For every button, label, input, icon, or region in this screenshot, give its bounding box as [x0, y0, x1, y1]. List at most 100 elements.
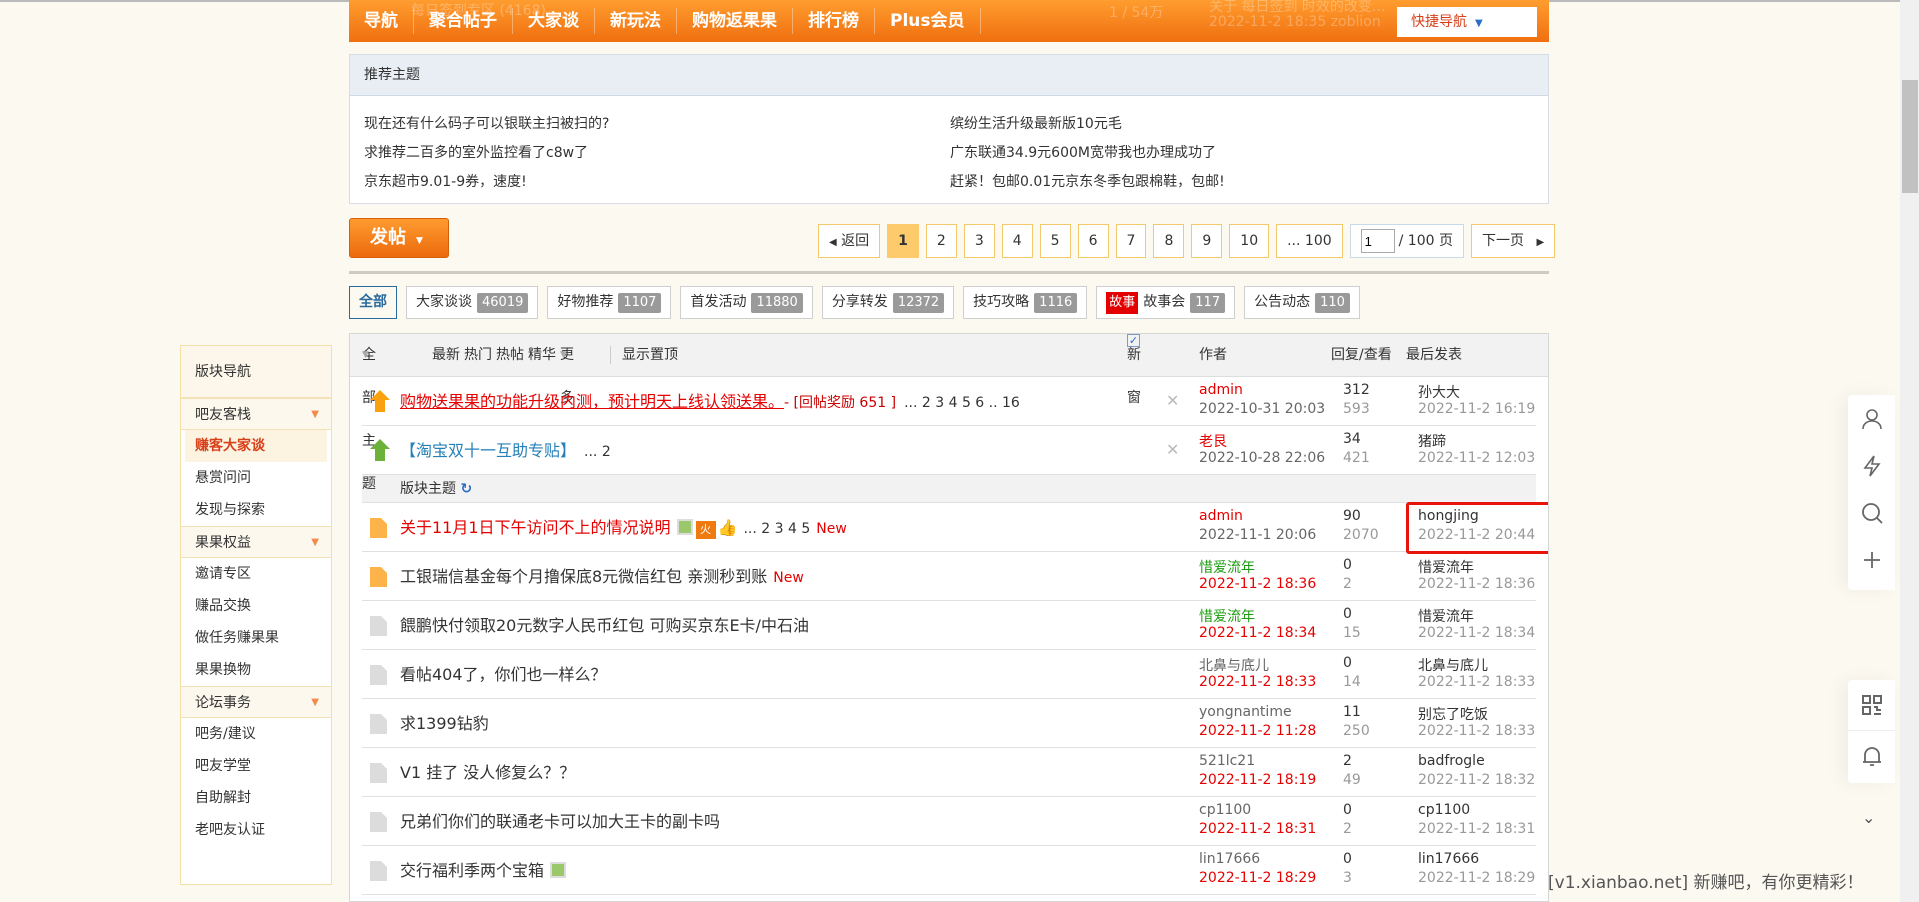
- thread-title[interactable]: 兄弟们你们的联通老卡可以加大王卡的副卡吗: [400, 812, 720, 831]
- last-post-time[interactable]: 2022-11-2 18:32: [1418, 772, 1535, 788]
- page-link[interactable]: 1: [887, 224, 919, 258]
- sidebar-item[interactable]: 自助解封: [181, 782, 331, 814]
- sidebar-item[interactable]: 吧友学堂: [181, 750, 331, 782]
- recommended-link[interactable]: 现在还有什么码子可以银联主扫被扫的?: [364, 113, 950, 133]
- page-link[interactable]: 9: [1191, 224, 1223, 258]
- thread-title[interactable]: 看帖404了，你们也一样么？: [400, 665, 607, 684]
- nav-item[interactable]: 大家谈: [513, 8, 595, 34]
- last-post-time[interactable]: 2022-11-2 18:36: [1418, 576, 1535, 592]
- filter-latest[interactable]: 最新: [432, 334, 460, 377]
- category-tab[interactable]: 分享转发 12372: [821, 286, 955, 319]
- thread-author[interactable]: admin: [1199, 382, 1243, 398]
- thread-pages[interactable]: ... 2 3 4 5 6 .. 16: [904, 395, 1020, 411]
- close-icon[interactable]: ✕: [1166, 391, 1179, 410]
- page-link[interactable]: ... 100: [1276, 224, 1343, 258]
- sidebar-item[interactable]: 赚客大家谈: [185, 430, 327, 462]
- thread-title[interactable]: 购物送果果的功能升级内测，预计明天上线认领送果。: [400, 392, 784, 411]
- last-poster[interactable]: 北鼻与底儿: [1418, 655, 1488, 675]
- category-tab[interactable]: 公告动态 110: [1244, 286, 1360, 319]
- last-post-time[interactable]: 2022-11-2 18:29: [1418, 870, 1535, 886]
- thread-author[interactable]: admin: [1199, 508, 1243, 524]
- page-link[interactable]: 2: [925, 224, 957, 258]
- thread-title[interactable]: V1 挂了 没人修复么？？: [400, 763, 575, 782]
- thread-author[interactable]: 惜爱流年: [1199, 606, 1255, 626]
- prev-page-button[interactable]: ◀ 返回: [818, 224, 881, 258]
- category-tab[interactable]: 技巧攻略 1116: [963, 286, 1088, 319]
- plus-icon[interactable]: [1848, 536, 1895, 583]
- last-poster[interactable]: badfrogle: [1418, 753, 1485, 769]
- filter-hot[interactable]: 热门: [464, 334, 492, 377]
- nav-item[interactable]: 新玩法: [595, 8, 677, 34]
- thread-title[interactable]: 求1399钻豹: [400, 714, 489, 733]
- last-post-time[interactable]: 2022-11-2 12:03: [1418, 450, 1535, 466]
- category-tab[interactable]: 故事 故事会 117: [1096, 286, 1236, 319]
- last-poster[interactable]: lin17666: [1418, 851, 1479, 867]
- last-post-time[interactable]: 2022-11-2 16:19: [1418, 401, 1535, 417]
- thread-author[interactable]: 老艮: [1199, 431, 1227, 451]
- thread-title[interactable]: 交行福利季两个宝箱: [400, 861, 544, 880]
- sidebar-item[interactable]: 吧务/建议: [181, 718, 331, 750]
- category-tab[interactable]: 好物推荐 1107: [547, 286, 672, 319]
- nav-item[interactable]: 购物返果果: [677, 8, 793, 34]
- last-poster[interactable]: 惜爱流年: [1418, 606, 1474, 626]
- recommended-link[interactable]: 广东联通34.9元600M宽带我也办理成功了: [950, 142, 1350, 162]
- last-post-time[interactable]: 2022-11-2 18:33: [1418, 674, 1535, 690]
- last-post-time[interactable]: 2022-11-2 18:34: [1418, 625, 1535, 641]
- recommended-link[interactable]: 京东超市9.01-9券，速度!: [364, 171, 950, 191]
- filter-digest[interactable]: 精华: [528, 334, 556, 377]
- thread-title[interactable]: 关于11月1日下午访问不上的情况说明: [400, 518, 671, 537]
- filter-hot-post[interactable]: 热帖: [496, 334, 524, 377]
- sidebar-group[interactable]: 吧友客栈 ▼: [181, 398, 331, 430]
- recommended-link[interactable]: 赶紧！包邮0.01元京东冬季包跟棉鞋，包邮!: [950, 171, 1350, 191]
- sidebar-item[interactable]: 悬赏问问: [181, 462, 331, 494]
- thread-author[interactable]: 北鼻与底儿: [1199, 655, 1269, 675]
- page-link[interactable]: 4: [1001, 224, 1033, 258]
- last-poster[interactable]: 别忘了吃饭: [1418, 704, 1488, 724]
- page-link[interactable]: 10: [1229, 224, 1270, 258]
- sidebar-item[interactable]: 赚品交换: [181, 590, 331, 622]
- close-icon[interactable]: ✕: [1166, 440, 1179, 459]
- thread-title[interactable]: 工银瑞信基金每个月撸保底8元微信红包 亲测秒到账: [400, 567, 767, 586]
- recommended-link[interactable]: 求推荐二百多的室外监控看了c8w了: [364, 142, 950, 162]
- last-poster[interactable]: 惜爱流年: [1418, 557, 1474, 577]
- page-link[interactable]: 6: [1077, 224, 1109, 258]
- new-post-button[interactable]: 发帖 ▼: [349, 218, 449, 258]
- sidebar-group[interactable]: 果果权益 ▼: [181, 526, 331, 558]
- category-tab[interactable]: 首发活动 11880: [680, 286, 813, 319]
- category-tab[interactable]: 全部: [349, 286, 397, 319]
- chevron-down-icon[interactable]: ⌄: [1862, 808, 1875, 827]
- lightning-icon[interactable]: [1848, 442, 1895, 489]
- qrcode-icon[interactable]: [1848, 680, 1895, 731]
- nav-item[interactable]: 排行榜: [793, 8, 875, 34]
- page-link[interactable]: 8: [1153, 224, 1185, 258]
- nav-item[interactable]: 聚合帖子: [414, 8, 513, 34]
- sidebar-item[interactable]: 发现与探索: [181, 494, 331, 526]
- next-page-button[interactable]: 下一页 ▶: [1470, 224, 1556, 258]
- thread-author[interactable]: 惜爱流年: [1199, 557, 1255, 577]
- page-jump-input[interactable]: [1360, 229, 1395, 253]
- last-post-time[interactable]: 2022-11-2 18:33: [1418, 723, 1535, 739]
- bell-icon[interactable]: [1848, 731, 1895, 782]
- sidebar-group[interactable]: 论坛事务 ▼: [181, 686, 331, 718]
- thread-author[interactable]: lin17666: [1199, 851, 1260, 867]
- last-poster[interactable]: 孙大大: [1418, 382, 1460, 402]
- sidebar-item[interactable]: 邀请专区: [181, 558, 331, 590]
- last-poster[interactable]: cp1100: [1418, 802, 1470, 818]
- thread-author[interactable]: 521lc21: [1199, 753, 1255, 769]
- nav-item[interactable]: Plus会员: [875, 8, 981, 34]
- category-tab[interactable]: 大家谈谈 46019: [406, 286, 539, 319]
- thread-pages[interactable]: ... 2: [584, 444, 611, 460]
- thread-title[interactable]: 餵鹏快付领取20元数字人民币红包 可购买京东E卡/中石油: [400, 616, 809, 635]
- sidebar-item[interactable]: 果果换物: [181, 654, 331, 686]
- page-link[interactable]: 3: [963, 224, 995, 258]
- thread-title[interactable]: 【淘宝双十一互助专贴】: [400, 441, 576, 460]
- last-post-time[interactable]: 2022-11-2 18:31: [1418, 821, 1535, 837]
- sidebar-item[interactable]: 做任务赚果果: [181, 622, 331, 654]
- quick-nav-dropdown[interactable]: 快捷导航 ▼: [1397, 7, 1537, 37]
- thread-author[interactable]: cp1100: [1199, 802, 1251, 818]
- user-icon[interactable]: [1848, 395, 1895, 442]
- page-link[interactable]: 5: [1039, 224, 1071, 258]
- search-icon[interactable]: [1848, 489, 1895, 536]
- thread-author[interactable]: yongnantime: [1199, 704, 1292, 720]
- thread-pages[interactable]: ... 2 3 4 5: [743, 521, 810, 537]
